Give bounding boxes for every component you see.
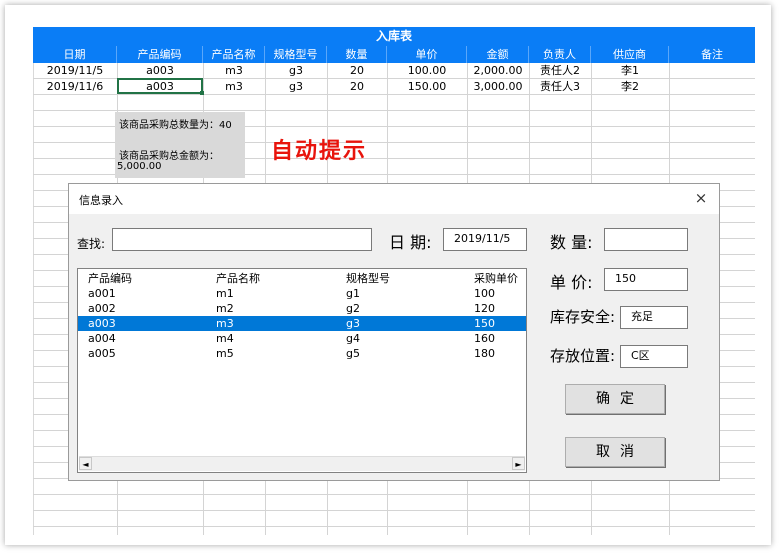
list-cell: m4 [216,332,234,345]
auto-hint-text: 自动提示 [271,139,368,164]
cancel-button[interactable]: 取消 [565,437,665,467]
list-item[interactable]: a005 m5 g5 180 [78,346,526,361]
list-cell: 100 [474,287,495,300]
grid-row-line [33,510,755,511]
grid-row-line [33,494,755,495]
active-cell-selection[interactable] [117,78,204,95]
header-date[interactable]: 日期 [33,46,117,63]
cell[interactable]: 3,000.00 [467,79,529,94]
header-remarks[interactable]: 备注 [669,46,755,63]
list-cell: a001 [88,287,116,300]
list-item-selected[interactable]: a003 m3 g3 150 [78,316,526,331]
cell[interactable]: g3 [265,63,327,78]
dialog-titlebar: 信息录入 × [69,184,719,214]
cell[interactable]: m3 [203,63,265,78]
list-cell: m1 [216,287,234,300]
price-input[interactable]: 150 [604,268,688,291]
header-owner[interactable]: 负责人 [529,46,591,63]
tip-total-quantity: 该商品采购总数量为：40 [119,120,232,131]
header-amount[interactable]: 金额 [467,46,529,63]
list-cell: a005 [88,347,116,360]
confirm-button[interactable]: 确定 [565,384,665,414]
cell[interactable]: 2019/11/6 [33,79,117,94]
grid-row-line [33,94,755,95]
storage-location-input[interactable]: C区 [620,345,688,368]
cell[interactable]: 20 [327,79,387,94]
quantity-input[interactable] [604,228,688,251]
header-supplier[interactable]: 供应商 [591,46,669,63]
info-entry-dialog: 信息录入 × 查找: 日 期: 2019/11/5 数 量: 单 价: 150 … [68,183,720,481]
list-cell: g1 [346,287,360,300]
search-input[interactable] [112,228,372,251]
list-header-price: 采购单价 [474,272,518,285]
cell[interactable]: 李1 [591,63,669,78]
tip-total-amount-label: 该商品采购总金额为： [119,151,219,162]
product-listbox[interactable]: 产品编码 产品名称 规格型号 采购单价 a001 m1 g1 100 a002 … [77,268,527,473]
list-cell: m5 [216,347,234,360]
storage-location-label: 存放位置: [550,347,616,365]
header-product-name[interactable]: 产品名称 [203,46,265,63]
cell[interactable]: 100.00 [387,63,467,78]
list-cell: g5 [346,347,360,360]
header-spec[interactable]: 规格型号 [265,46,327,63]
date-label: 日 期: [389,233,432,252]
list-cell: a003 [88,317,116,330]
header-quantity[interactable]: 数量 [327,46,387,63]
grid-row-line [33,110,755,111]
list-item[interactable]: a002 m2 g2 120 [78,301,526,316]
cell[interactable]: m3 [203,79,265,94]
list-cell: m3 [216,317,234,330]
horizontal-scrollbar[interactable]: ◄ ► [79,456,525,471]
header-unit-price[interactable]: 单价 [387,46,467,63]
cell[interactable]: 2019/11/5 [33,63,117,78]
close-icon[interactable]: × [691,188,711,208]
list-cell: m2 [216,302,234,315]
list-header-name: 产品名称 [216,272,260,285]
stock-safety-label: 库存安全: [550,308,616,326]
list-cell: a002 [88,302,116,315]
stock-safety-input[interactable]: 充足 [620,306,688,329]
list-header: 产品编码 产品名称 规格型号 采购单价 [78,271,526,286]
list-header-code: 产品编码 [88,272,132,285]
summary-tip-box: 该商品采购总数量为：40 该商品采购总金额为： 5,000.00 [115,112,245,178]
list-cell: 160 [474,332,495,345]
header-product-code[interactable]: 产品编码 [117,46,203,63]
cell[interactable]: g3 [265,79,327,94]
sheet-title: 入库表 [33,27,755,46]
scroll-left-icon[interactable]: ◄ [79,457,92,470]
cell[interactable]: 责任人3 [529,79,591,94]
dialog-title: 信息录入 [79,194,123,207]
list-cell: g4 [346,332,360,345]
list-header-spec: 规格型号 [346,272,390,285]
price-label: 单 价: [550,273,593,292]
header-row: 日期 产品编码 产品名称 规格型号 数量 单价 金额 负责人 供应商 备注 [33,46,755,63]
cell[interactable]: 责任人2 [529,63,591,78]
cell[interactable]: a003 [117,63,203,78]
cell[interactable]: 2,000.00 [467,63,529,78]
screenshot-frame: 入库表 日期 产品编码 产品名称 规格型号 数量 单价 金额 负责人 供应商 备… [5,5,771,545]
cell[interactable]: 150.00 [387,79,467,94]
list-item[interactable]: a004 m4 g4 160 [78,331,526,346]
list-cell: 150 [474,317,495,330]
list-item[interactable]: a001 m1 g1 100 [78,286,526,301]
search-label: 查找: [77,237,106,251]
list-cell: 180 [474,347,495,360]
cell[interactable]: 20 [327,63,387,78]
scroll-right-icon[interactable]: ► [512,457,525,470]
quantity-label: 数 量: [550,233,593,252]
tip-total-amount-value: 5,000.00 [117,161,162,172]
grid-row-line [33,526,755,527]
list-cell: g2 [346,302,360,315]
list-cell: g3 [346,317,360,330]
list-cell: a004 [88,332,116,345]
list-cell: 120 [474,302,495,315]
cell[interactable]: 李2 [591,79,669,94]
date-input[interactable]: 2019/11/5 [443,228,527,251]
